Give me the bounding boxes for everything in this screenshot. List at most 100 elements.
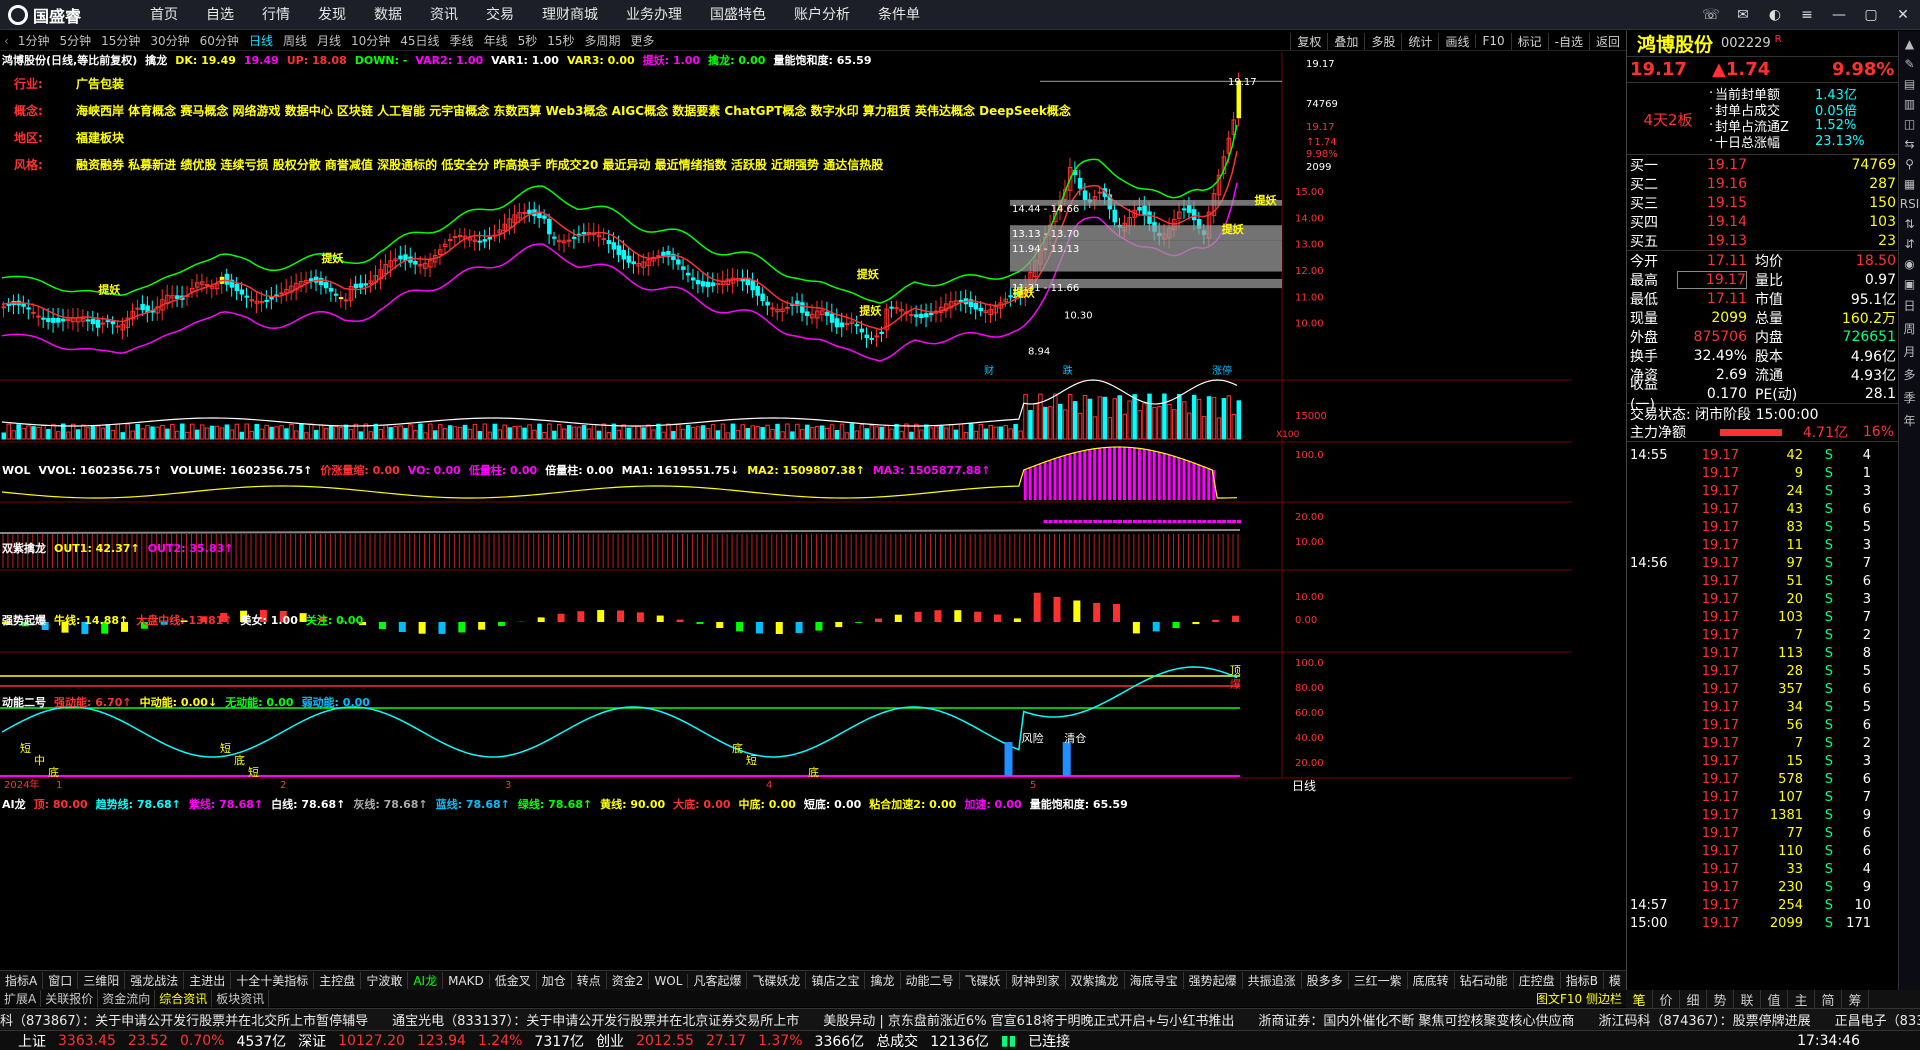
indicator-tab[interactable]: 底底转 bbox=[1408, 972, 1455, 989]
news-item[interactable]: 正昌电子（833622）：析 bbox=[1835, 1010, 1920, 1029]
indicator-tab[interactable]: 双紫擒龙 bbox=[1066, 972, 1125, 989]
chart-tool-button[interactable]: 叠加 bbox=[1327, 32, 1364, 50]
indicator-tab[interactable]: 三维阳 bbox=[78, 972, 126, 989]
menu-item[interactable]: 理财商城 bbox=[542, 0, 598, 30]
quote-tab[interactable]: 联 bbox=[1734, 989, 1761, 1009]
indicator-tab[interactable]: 共振追涨 bbox=[1243, 972, 1302, 989]
quote-tab[interactable]: 价 bbox=[1653, 989, 1680, 1009]
news-item[interactable]: 通宝光电（833137）：关于申请公开发行股票并在北京证券交易所上市 bbox=[392, 1010, 799, 1029]
sidebar-tool-icon[interactable]: ▦ bbox=[1899, 177, 1920, 191]
indicator-tab[interactable]: 主进出 bbox=[184, 972, 232, 989]
timeframe-item[interactable]: 10分钟 bbox=[351, 32, 390, 49]
sidebar-tool-icon[interactable]: ⇆ bbox=[1899, 137, 1920, 151]
sidebar-period[interactable]: 日 bbox=[1899, 297, 1920, 314]
bid-row[interactable]: 买一 19.17 74769 bbox=[1627, 155, 1920, 174]
sub-tab[interactable]: 扩展A bbox=[0, 990, 42, 1007]
app-logo[interactable]: 国盛睿 bbox=[8, 5, 81, 26]
indicator-tab[interactable]: WOL bbox=[649, 973, 689, 988]
news-item[interactable]: 美股异动 | 京东盘前涨近6% 官宣618将于明晚正式开启+与小红书推出 bbox=[823, 1010, 1234, 1029]
indicator-tab[interactable]: 飞碟妖 bbox=[960, 972, 1007, 989]
sidebar-period[interactable]: 季 bbox=[1899, 389, 1920, 406]
quote-tab[interactable]: 值 bbox=[1761, 989, 1788, 1009]
news-item[interactable]: 浙江码科（874367）：股票停牌进展 bbox=[1599, 1010, 1811, 1029]
indicator-tab[interactable]: 三红一紫 bbox=[1349, 972, 1408, 989]
timeframe-item[interactable]: 5分钟 bbox=[59, 32, 91, 49]
minimize-icon[interactable]: — bbox=[1828, 4, 1850, 26]
indicator-tab[interactable]: 强龙战法 bbox=[125, 972, 185, 989]
menu-item[interactable]: 资讯 bbox=[430, 0, 458, 30]
news-ticker[interactable]: 科（873867）：关于申请公开发行股票并在北交所上市暂停辅导 通宝光电（8331… bbox=[0, 1008, 1920, 1030]
timeframe-item[interactable]: 多周期 bbox=[585, 32, 621, 49]
chart-tool-button[interactable]: 复权 bbox=[1290, 32, 1327, 50]
timeframe-item[interactable]: 60分钟 bbox=[200, 32, 239, 49]
menu-item[interactable]: 交易 bbox=[486, 0, 514, 30]
indicator-tab[interactable]: 加仓 bbox=[537, 972, 572, 989]
skin-icon[interactable]: ◐ bbox=[1764, 4, 1786, 26]
bid-row[interactable]: 买四 19.14 103 bbox=[1627, 212, 1920, 231]
timeframe-item[interactable]: 15分钟 bbox=[101, 32, 140, 49]
tick-list[interactable]: 14:55 19.17 42 S 4 19.17 9 S 1 19.17 24 S 3 19.17 43 S 6… bbox=[1627, 442, 1920, 932]
sidebar-tool-icon[interactable]: ▲ bbox=[1899, 37, 1920, 51]
close-icon[interactable]: ✕ bbox=[1892, 4, 1914, 26]
indicator-tab[interactable]: 飞碟妖龙 bbox=[747, 972, 807, 989]
sidebar-tool-icon[interactable]: ✎ bbox=[1899, 57, 1920, 71]
sidebar-period[interactable]: 年 bbox=[1899, 412, 1920, 429]
quote-tab[interactable]: 细 bbox=[1680, 989, 1707, 1009]
sidebar-tool-icon[interactable]: ◉ bbox=[1899, 257, 1920, 271]
news-item[interactable]: 浙商证券：国内外催化不断 聚焦可控核聚变核心供应商 bbox=[1258, 1010, 1574, 1029]
timeframe-item[interactable]: 月线 bbox=[317, 32, 341, 49]
timeframe-item[interactable]: 季线 bbox=[450, 32, 474, 49]
timeframe-item[interactable]: 5秒 bbox=[518, 32, 538, 49]
indicator-tab[interactable]: 模 bbox=[1604, 972, 1627, 989]
chart-tool-button[interactable]: F10 bbox=[1475, 34, 1510, 48]
timeframe-item[interactable]: 日线 bbox=[249, 32, 273, 49]
indicator-tab[interactable]: 凡客起爆 bbox=[688, 972, 748, 989]
maximize-icon[interactable]: ▢ bbox=[1860, 4, 1882, 26]
quote-tab[interactable]: 势 bbox=[1707, 989, 1734, 1009]
indicator-tab[interactable]: 指标A bbox=[0, 972, 44, 989]
sidebar-period[interactable]: 月 bbox=[1899, 343, 1920, 360]
news-item[interactable]: 科（873867）：关于申请公开发行股票并在北交所上市暂停辅导 bbox=[0, 1010, 368, 1029]
bid-row[interactable]: 买三 19.15 150 bbox=[1627, 193, 1920, 212]
mail-icon[interactable]: ✉ bbox=[1732, 4, 1754, 26]
sidebar-tool-icon[interactable]: RSI bbox=[1899, 197, 1920, 211]
sidebar-tool-icon[interactable]: ▣ bbox=[1899, 277, 1920, 291]
sidebar-period[interactable]: 周 bbox=[1899, 320, 1920, 337]
indicator-tab[interactable]: 宁波敢 bbox=[361, 972, 409, 989]
timeframe-item[interactable]: 周线 bbox=[283, 32, 307, 49]
sub-tab[interactable]: 关联报价 bbox=[41, 990, 99, 1007]
menu-item[interactable]: 行情 bbox=[262, 0, 290, 30]
sidebar-tool-icon[interactable]: ◫ bbox=[1899, 117, 1920, 131]
sub-tab[interactable]: 综合资讯 bbox=[155, 990, 213, 1007]
menu-icon[interactable]: ≡ bbox=[1796, 4, 1818, 26]
sub-tab[interactable]: 板块资讯 bbox=[212, 990, 270, 1007]
indicator-tab[interactable]: AI龙 bbox=[408, 972, 444, 989]
indicator-tab[interactable]: 窗口 bbox=[43, 972, 79, 989]
chart-tool-button[interactable]: 画线 bbox=[1438, 32, 1475, 50]
sidebar-tool-icon[interactable]: ▥ bbox=[1899, 97, 1920, 111]
indicator-tab[interactable]: 强势起爆 bbox=[1184, 972, 1243, 989]
sidebar-tool-icon[interactable]: ▤ bbox=[1899, 77, 1920, 91]
chart-tool-button[interactable]: -自选 bbox=[1547, 32, 1589, 50]
timeframe-item[interactable]: 30分钟 bbox=[150, 32, 189, 49]
f10-sidebar-link[interactable]: 图文F10 侧边栏 bbox=[1532, 990, 1626, 1007]
timeframe-item[interactable]: 更多 bbox=[631, 32, 655, 49]
sidebar-tool-icon[interactable]: ⚲ bbox=[1899, 157, 1920, 171]
chart-tool-button[interactable]: 多股 bbox=[1364, 32, 1401, 50]
indicator-tab[interactable]: 擒龙 bbox=[865, 972, 901, 989]
quote-tab[interactable]: 笔 bbox=[1626, 989, 1653, 1009]
quote-tab[interactable]: 简 bbox=[1815, 989, 1842, 1009]
quote-tab[interactable]: 主 bbox=[1788, 989, 1815, 1009]
indicator-tab[interactable]: 海底寻宝 bbox=[1125, 972, 1184, 989]
sidebar-tool-icon[interactable]: ⇵ bbox=[1899, 237, 1920, 251]
timeframe-item[interactable]: 1分钟 bbox=[18, 32, 50, 49]
indicator-tab[interactable]: 指标B bbox=[1561, 972, 1604, 989]
timeframe-item[interactable]: 45日线 bbox=[400, 32, 439, 49]
menu-item[interactable]: 条件单 bbox=[878, 0, 920, 30]
chevron-left-icon[interactable]: ‹ bbox=[4, 34, 9, 48]
chart-tool-button[interactable]: 返回 bbox=[1588, 32, 1626, 50]
menu-item[interactable]: 账户分析 bbox=[794, 0, 850, 30]
chart-tool-button[interactable]: 统计 bbox=[1401, 32, 1438, 50]
chart-tool-button[interactable]: 标记 bbox=[1510, 32, 1548, 50]
indicator-tab[interactable]: 资金2 bbox=[607, 972, 650, 989]
